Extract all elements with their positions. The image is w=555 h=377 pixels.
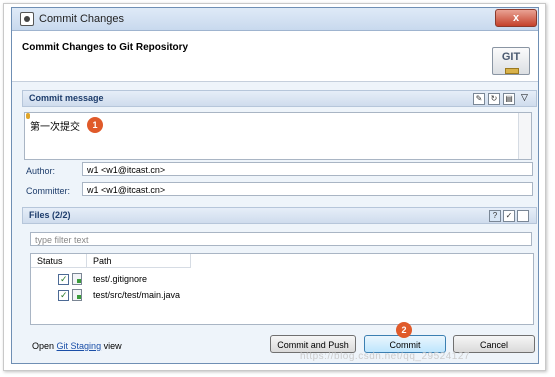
add-signed-off-icon[interactable]: ✎ xyxy=(473,93,485,105)
author-field[interactable]: w1 <w1@itcast.cn> xyxy=(82,162,533,176)
git-staging-link[interactable]: Git Staging xyxy=(57,341,102,351)
files-table: Status Path test/.gitignore test/src/tes… xyxy=(30,253,534,325)
added-file-icon xyxy=(72,273,82,285)
amend-icon[interactable]: ↻ xyxy=(488,93,500,105)
commit-message-input[interactable]: 第一次提交 1 xyxy=(24,112,532,160)
checkbox[interactable] xyxy=(58,272,69,286)
column-header-path[interactable]: Path xyxy=(87,254,191,268)
compare-icon[interactable]: ▤ xyxy=(503,93,515,105)
open-staging-text: Open Git Staging view xyxy=(32,341,122,351)
close-button[interactable]: x xyxy=(495,9,537,27)
column-header-status[interactable]: Status xyxy=(31,254,87,268)
git-plug-icon xyxy=(505,68,519,74)
files-section-title: Files (2/2) xyxy=(29,210,71,220)
file-path: test/.gitignore xyxy=(93,274,148,284)
watermark: https://blog.csdn.net/qq_29524127 xyxy=(300,351,470,362)
commit-message-text: 第一次提交 xyxy=(30,122,80,133)
window-title: Commit Changes xyxy=(39,13,124,25)
view-suffix: view xyxy=(103,341,122,351)
deselect-all-icon[interactable] xyxy=(517,210,529,222)
files-filter-input[interactable]: type filter text xyxy=(30,232,532,246)
files-section-header: Files (2/2) ? ✓ xyxy=(22,207,537,224)
screenshot-frame: Commit Changes x Commit Changes to Git R… xyxy=(3,3,546,371)
chevron-down-icon[interactable]: ▽ xyxy=(521,92,528,103)
select-all-icon[interactable]: ✓ xyxy=(503,210,515,222)
added-file-icon xyxy=(72,289,82,301)
step-marker-2: 2 xyxy=(396,322,412,338)
git-logo-text: GIT xyxy=(501,51,521,63)
commit-dialog: Commit Changes x Commit Changes to Git R… xyxy=(11,7,539,364)
step-marker-1: 1 xyxy=(87,117,103,133)
eclipse-icon xyxy=(20,12,34,26)
committer-field[interactable]: w1 <w1@itcast.cn> xyxy=(82,182,533,196)
checkbox[interactable] xyxy=(58,288,69,302)
message-scrollbar[interactable] xyxy=(518,113,531,159)
commit-message-section-header: Commit message ✎ ↻ ▤ ▽ xyxy=(22,90,537,107)
open-prefix: Open xyxy=(32,341,55,351)
dialog-header: Commit Changes to Git Repository GIT xyxy=(12,31,538,82)
commit-message-section-title: Commit message xyxy=(29,93,104,103)
title-bar: Commit Changes x xyxy=(12,8,538,31)
table-row[interactable]: test/src/test/main.java xyxy=(31,288,533,302)
committer-label: Committer: xyxy=(26,186,71,196)
author-label: Author: xyxy=(26,166,56,176)
help-icon[interactable]: ? xyxy=(489,210,501,222)
git-logo-icon: GIT xyxy=(492,47,530,75)
file-path: test/src/test/main.java xyxy=(93,290,181,300)
table-row[interactable]: test/.gitignore xyxy=(31,272,533,286)
header-title: Commit Changes to Git Repository xyxy=(22,42,189,53)
